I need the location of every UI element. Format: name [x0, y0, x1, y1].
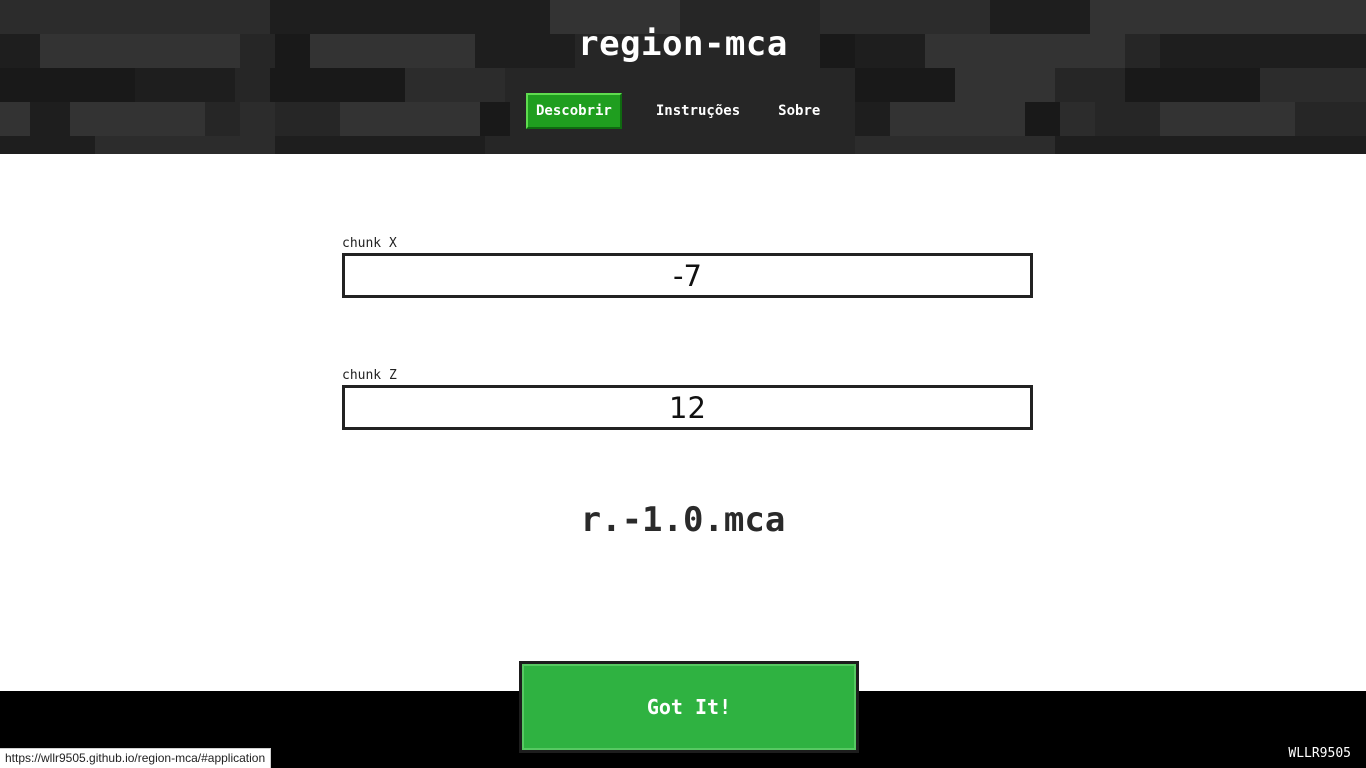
cookie-accept-button[interactable]: Got It!: [519, 661, 859, 753]
nav-instrucoes[interactable]: Instruções: [652, 93, 744, 129]
region-filename-result: r.-1.0.mca: [580, 500, 786, 540]
main-nav: Descobrir Instruções Sobre: [526, 93, 824, 129]
browser-status-url: https://wllr9505.github.io/region-mca/#a…: [0, 748, 272, 768]
nav-descobrir[interactable]: Descobrir: [526, 93, 622, 129]
nav-sobre[interactable]: Sobre: [774, 93, 824, 129]
chunk-z-label: chunk Z: [342, 368, 397, 383]
footer-credit: WLLR9505: [1288, 746, 1351, 761]
site-title: region-mca: [578, 24, 788, 64]
chunk-z-input[interactable]: [342, 385, 1033, 430]
site-header: region-mca Descobrir Instruções Sobre: [0, 0, 1366, 154]
chunk-x-input[interactable]: [342, 253, 1033, 298]
chunk-x-label: chunk X: [342, 236, 397, 251]
